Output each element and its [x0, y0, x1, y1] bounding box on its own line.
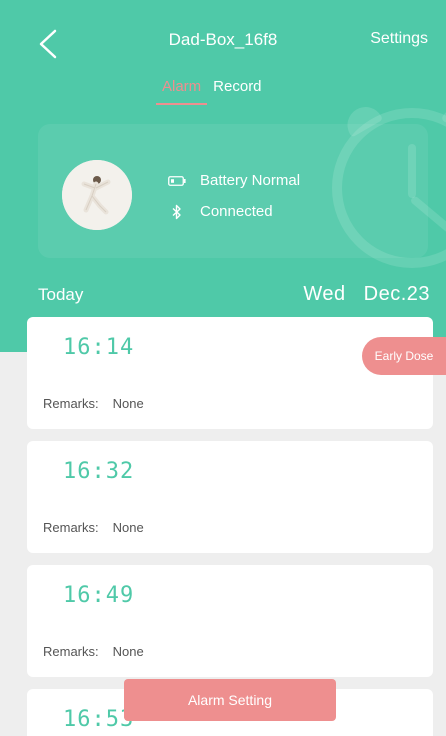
remarks-value: None: [112, 644, 144, 659]
tab-alarm[interactable]: Alarm: [155, 78, 208, 105]
battery-status: Battery Normal: [166, 172, 300, 189]
alarm-remarks: Remarks: None: [43, 396, 144, 411]
remarks-label: Remarks:: [43, 396, 99, 411]
user-photo-icon: [62, 160, 132, 230]
battery-status-text: Battery Normal: [200, 172, 301, 189]
bluetooth-icon: [166, 204, 188, 220]
alarm-card[interactable]: 16:32 Remarks: None: [27, 441, 433, 553]
remarks-value: None: [112, 520, 144, 535]
alarm-time: 16:32: [63, 459, 135, 484]
alarm-card[interactable]: 16:49 Remarks: None: [27, 565, 433, 677]
remarks-label: Remarks:: [43, 644, 99, 659]
date-bar: Today Wed Dec.23: [38, 283, 430, 306]
back-arrow-icon: [39, 29, 57, 59]
page-title: Dad-Box_16f8: [168, 30, 278, 49]
header-panel: Dad-Box_16f8 Settings Alarm Record Batte…: [0, 0, 446, 352]
alarm-remarks: Remarks: None: [43, 520, 144, 535]
alarm-remarks: Remarks: None: [43, 644, 144, 659]
current-date: Wed Dec.23: [303, 283, 430, 306]
remarks-label: Remarks:: [43, 520, 99, 535]
early-dose-button[interactable]: Early Dose: [362, 337, 446, 375]
avatar: [62, 160, 132, 230]
weekday: Wed: [303, 283, 346, 305]
alarm-time: 16:49: [63, 583, 135, 608]
tab-record[interactable]: Record: [213, 78, 261, 105]
settings-button[interactable]: Settings: [370, 30, 428, 48]
alarm-time: 16:14: [63, 335, 135, 360]
connection-status-text: Connected: [200, 203, 273, 220]
remarks-value: None: [112, 396, 144, 411]
alarm-setting-button[interactable]: Alarm Setting: [124, 679, 336, 721]
today-label: Today: [38, 285, 84, 304]
tab-bar: Alarm Record: [155, 78, 262, 105]
date-value: Dec.23: [363, 283, 430, 305]
connection-status: Connected: [166, 203, 273, 220]
battery-icon: [166, 175, 188, 186]
back-button[interactable]: [28, 24, 68, 64]
